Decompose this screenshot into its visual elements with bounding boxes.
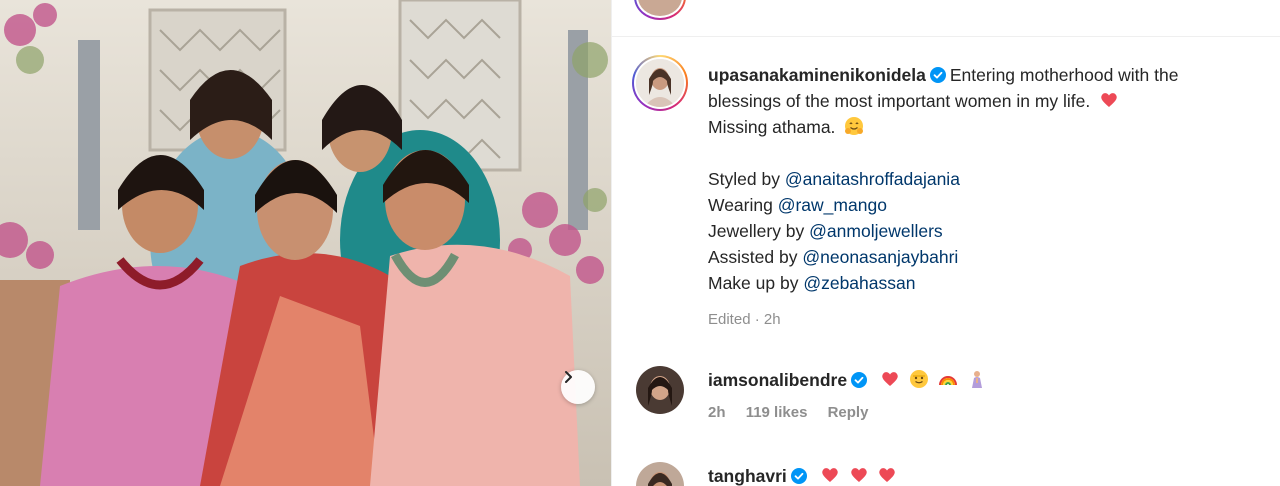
- commenter-avatar[interactable]: [636, 366, 684, 414]
- caption-text-line1: Entering motherhood with the: [949, 65, 1179, 85]
- rainbow-icon: [938, 376, 957, 386]
- post-image: [0, 0, 611, 486]
- red-heart-icon: [1101, 93, 1117, 107]
- chevron-right-icon: [565, 371, 572, 383]
- comment-likes[interactable]: 119 likes: [746, 404, 808, 421]
- credit-line: Jewellery by @anmoljewellers: [708, 221, 943, 241]
- red-heart-icon: [850, 468, 867, 482]
- red-heart-icon: [882, 372, 898, 386]
- mention-link[interactable]: @anaitashroffadajania: [785, 169, 960, 189]
- carousel-next-button[interactable]: [561, 370, 595, 404]
- credit-line: Make up by @zebahassan: [708, 273, 916, 293]
- caption-avatar[interactable]: [632, 55, 688, 111]
- mention-link[interactable]: @neonasanjaybahri: [802, 247, 958, 267]
- comment-item: iamsonalibendre 2h 119 likes Reply: [634, 366, 1254, 436]
- comment-meta: 2h 119 likes Reply: [708, 404, 884, 421]
- mention-link[interactable]: @zebahassan: [803, 273, 915, 293]
- comment-item: tanghavri: [634, 462, 1254, 486]
- credit-line: Wearing @raw_mango: [708, 195, 887, 215]
- comment-body: iamsonalibendre: [708, 368, 987, 392]
- caption-text-line2: blessings of the most important women in…: [708, 91, 1091, 111]
- verified-badge-icon: [851, 372, 868, 388]
- comments-panel: upasanakaminenikonidela Entering motherho…: [611, 0, 1280, 486]
- mention-link[interactable]: @anmoljewellers: [809, 221, 943, 241]
- header-divider: [612, 36, 1280, 37]
- header-avatar[interactable]: [634, 0, 686, 20]
- mention-link[interactable]: @raw_mango: [778, 195, 887, 215]
- avatar-photo: [636, 59, 684, 107]
- caption-credits: Styled by @anaitashroffadajania Wearing …: [708, 166, 1263, 296]
- red-heart-icon: [821, 468, 838, 482]
- post-caption: upasanakaminenikonidela Entering motherho…: [708, 62, 1263, 296]
- comment-body: tanghavri: [708, 464, 897, 486]
- edited-timestamp: Edited · 2h: [708, 311, 781, 328]
- hugging-face-icon: [845, 117, 864, 135]
- credit-line: Styled by @anaitashroffadajania: [708, 169, 960, 189]
- comment-username[interactable]: tanghavri: [708, 466, 787, 486]
- reply-button[interactable]: Reply: [828, 404, 869, 421]
- smiling-face-icon: [909, 370, 928, 388]
- verified-badge-icon: [790, 468, 807, 484]
- red-heart-icon: [879, 468, 896, 482]
- verified-badge-icon: [929, 67, 946, 83]
- commenter-avatar[interactable]: [636, 462, 684, 486]
- praying-person-icon: [971, 371, 982, 388]
- caption-text-line3: Missing athama.: [708, 117, 836, 137]
- credit-line: Assisted by @neonasanjaybahri: [708, 247, 959, 267]
- post-photo: [0, 0, 611, 486]
- comment-username[interactable]: iamsonalibendre: [708, 370, 847, 390]
- comment-time: 2h: [708, 404, 726, 421]
- caption-username[interactable]: upasanakaminenikonidela: [708, 65, 926, 85]
